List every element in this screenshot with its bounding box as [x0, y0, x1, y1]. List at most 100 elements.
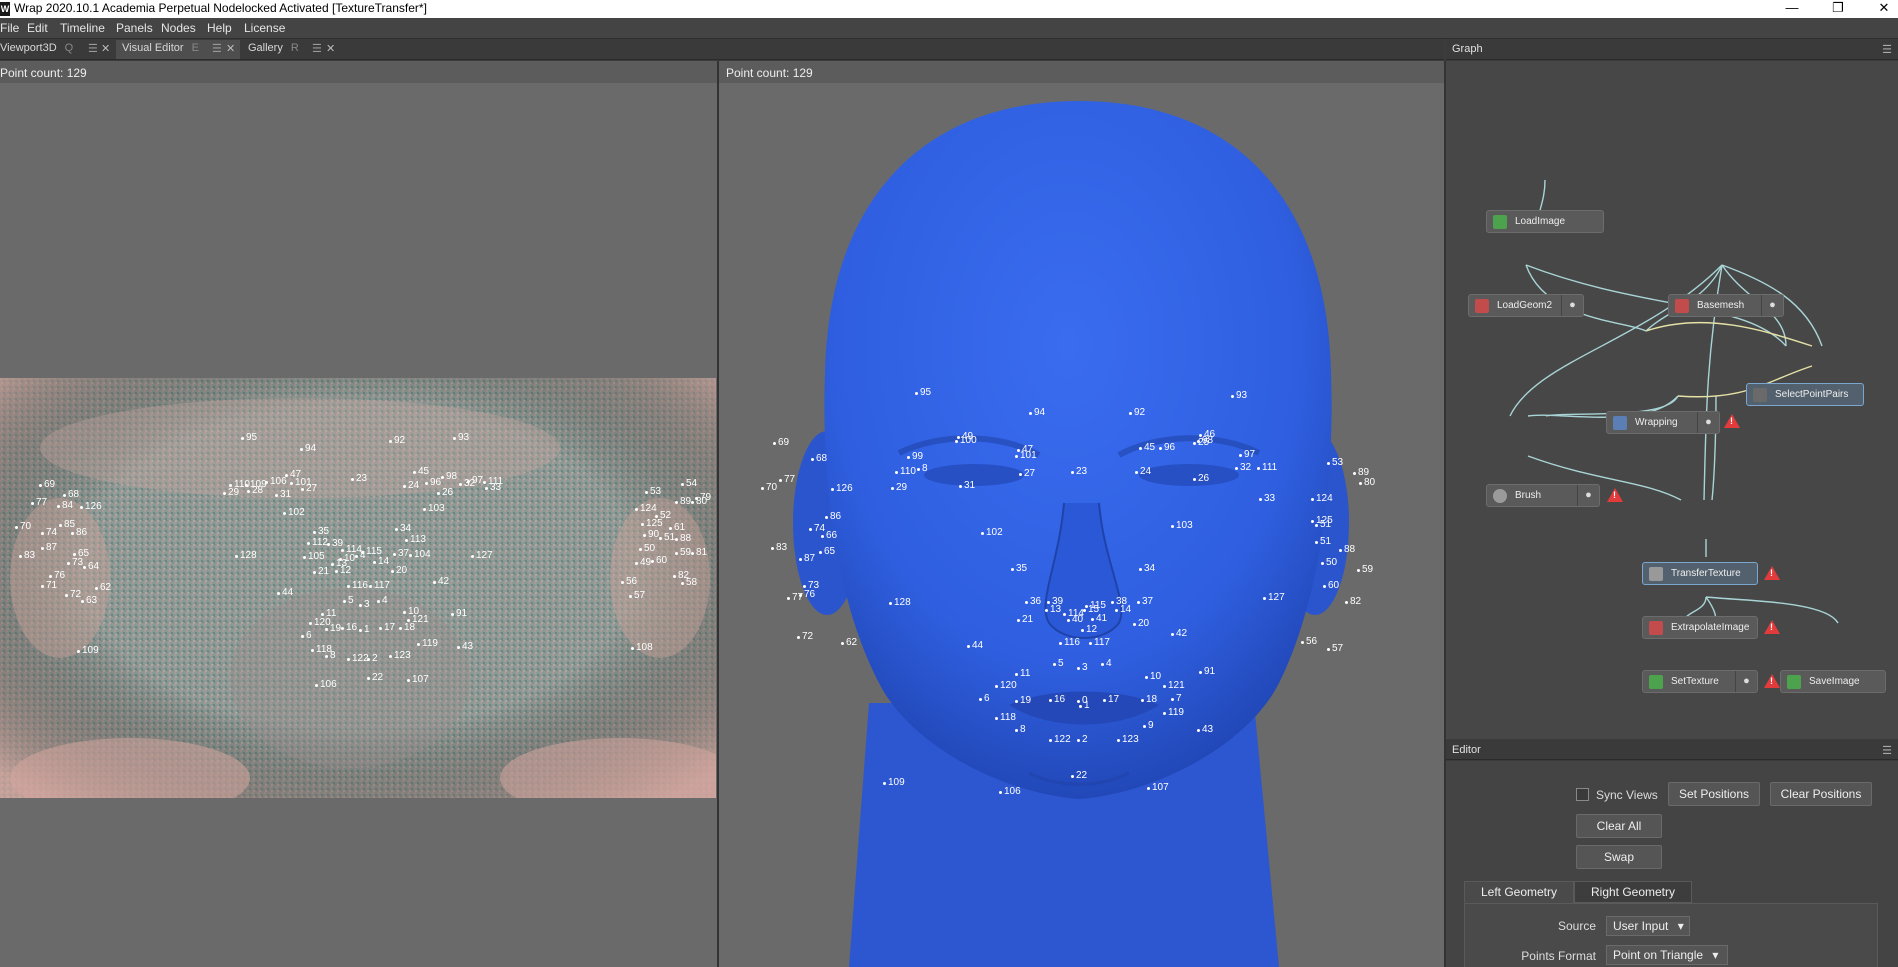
- landmark-point[interactable]: 49: [634, 557, 651, 568]
- landmark-point[interactable]: 32: [1234, 462, 1251, 473]
- landmark-point[interactable]: 80: [1358, 477, 1375, 488]
- landmark-point[interactable]: 59: [1356, 564, 1373, 575]
- landmark-point[interactable]: 128: [889, 597, 911, 608]
- landmark-point[interactable]: 50: [638, 543, 655, 554]
- landmark-point[interactable]: 82: [1344, 596, 1361, 607]
- landmark-point[interactable]: 22: [1070, 770, 1087, 781]
- landmark-point[interactable]: 26: [436, 487, 453, 498]
- landmark-point[interactable]: 70: [14, 521, 31, 532]
- landmark-point[interactable]: 14: [1114, 604, 1131, 615]
- landmark-point[interactable]: 86: [70, 527, 87, 538]
- landmark-point[interactable]: 76: [798, 589, 815, 600]
- landmark-point[interactable]: 103: [423, 503, 445, 514]
- landmark-point[interactable]: 105: [303, 551, 325, 562]
- menu-edit[interactable]: Edit: [27, 21, 48, 35]
- landmark-point[interactable]: 121: [1163, 680, 1185, 691]
- landmark-point[interactable]: 57: [628, 590, 645, 601]
- sync-views-checkbox[interactable]: [1576, 788, 1589, 801]
- landmark-point[interactable]: 56: [1300, 636, 1317, 647]
- landmark-point[interactable]: 126: [831, 483, 853, 494]
- landmark-point[interactable]: 44: [966, 640, 983, 651]
- landmark-point[interactable]: 120: [995, 680, 1017, 691]
- landmark-point[interactable]: 93: [1230, 390, 1247, 401]
- visibility-bulb-icon[interactable]: ●: [1561, 295, 1583, 316]
- landmark-point[interactable]: 109: [883, 777, 905, 788]
- landmark-point[interactable]: 35: [312, 526, 329, 537]
- landmark-point[interactable]: 74: [808, 523, 825, 534]
- landmark-point[interactable]: 117: [369, 580, 390, 591]
- node-brush[interactable]: Brush ●: [1486, 484, 1600, 507]
- landmark-point[interactable]: 1: [1079, 700, 1090, 711]
- landmark-point[interactable]: 124: [635, 503, 657, 514]
- landmark-point[interactable]: 94: [1028, 407, 1045, 418]
- source-select[interactable]: User Input ▾: [1606, 916, 1690, 936]
- close-icon[interactable]: ✕: [226, 42, 235, 55]
- landmark-point[interactable]: 86: [824, 511, 841, 522]
- landmark-point[interactable]: 3: [1077, 662, 1088, 673]
- visibility-bulb-icon[interactable]: ●: [1735, 671, 1757, 692]
- landmark-point[interactable]: 106: [315, 679, 337, 690]
- tab-right-geometry[interactable]: Right Geometry: [1574, 881, 1692, 903]
- points-format-select[interactable]: Point on Triangle ▾: [1606, 945, 1728, 965]
- node-loadimage[interactable]: LoadImage: [1486, 210, 1604, 233]
- landmark-point[interactable]: 31: [274, 489, 291, 500]
- landmark-point[interactable]: 18: [398, 622, 415, 633]
- node-saveimage[interactable]: SaveImage: [1780, 670, 1886, 693]
- tab-viewport3d[interactable]: Viewport3D Q ☰ ✕: [0, 40, 112, 59]
- landmark-point[interactable]: 126: [80, 501, 102, 512]
- landmark-point[interactable]: 117: [1089, 637, 1110, 648]
- landmark-point[interactable]: 69: [772, 437, 789, 448]
- landmark-point[interactable]: 72: [796, 631, 813, 642]
- landmark-point[interactable]: 111: [1256, 462, 1277, 473]
- landmark-point[interactable]: 4: [377, 595, 388, 606]
- landmark-point[interactable]: 23: [1070, 466, 1087, 477]
- landmark-point[interactable]: 28: [246, 485, 263, 496]
- landmark-point[interactable]: 112: [307, 537, 328, 548]
- landmark-point[interactable]: 8: [325, 650, 336, 661]
- landmark-point[interactable]: 113: [405, 534, 426, 545]
- menu-nodes[interactable]: Nodes: [161, 21, 196, 35]
- swap-button[interactable]: Swap: [1576, 845, 1662, 869]
- landmark-point[interactable]: 53: [644, 486, 661, 497]
- landmark-point[interactable]: 92: [388, 435, 405, 446]
- landmark-point[interactable]: 102: [981, 527, 1003, 538]
- landmark-point[interactable]: 34: [1138, 563, 1155, 574]
- landmark-point[interactable]: 107: [1147, 782, 1169, 793]
- landmark-point[interactable]: 96: [424, 477, 441, 488]
- landmark-point[interactable]: 8: [1015, 724, 1026, 735]
- landmark-point[interactable]: 19: [324, 623, 341, 634]
- landmark-point[interactable]: 73: [66, 557, 83, 568]
- landmark-point[interactable]: 41: [1090, 613, 1107, 624]
- landmark-point[interactable]: 69: [38, 479, 55, 490]
- landmark-point[interactable]: 22: [366, 672, 383, 683]
- landmark-point[interactable]: 19: [1014, 695, 1031, 706]
- landmark-point[interactable]: 14: [372, 556, 389, 567]
- node-loadgeom2[interactable]: LoadGeom2 ●: [1468, 294, 1584, 317]
- landmark-point[interactable]: 17: [378, 622, 395, 633]
- close-window-button[interactable]: ✕: [1870, 0, 1898, 18]
- editor-menu-icon[interactable]: ☰: [1882, 744, 1892, 757]
- landmark-point[interactable]: 88: [674, 533, 691, 544]
- tab-visual-editor[interactable]: Visual Editor E ☰ ✕: [116, 40, 240, 59]
- landmark-point[interactable]: 102: [283, 507, 305, 518]
- landmark-point[interactable]: 65: [818, 546, 835, 557]
- landmark-point[interactable]: 2: [367, 653, 378, 664]
- landmark-point[interactable]: 60: [650, 555, 667, 566]
- landmark-point[interactable]: 37: [1136, 596, 1153, 607]
- clear-all-button[interactable]: Clear All: [1576, 814, 1662, 838]
- landmark-point[interactable]: 106: [999, 786, 1021, 797]
- landmark-point[interactable]: 95: [240, 432, 257, 443]
- landmark-point[interactable]: 62: [840, 637, 857, 648]
- landmark-point[interactable]: 101: [1015, 450, 1037, 461]
- landmark-point[interactable]: 4: [355, 550, 366, 561]
- landmark-point[interactable]: 85: [58, 519, 75, 530]
- landmark-point[interactable]: 124: [1311, 493, 1333, 504]
- landmark-point[interactable]: 127: [471, 550, 493, 561]
- landmark-point[interactable]: 35: [1010, 563, 1027, 574]
- landmark-point[interactable]: 89: [674, 496, 691, 507]
- landmark-point[interactable]: 77: [778, 474, 795, 485]
- landmark-point[interactable]: 93: [452, 432, 469, 443]
- landmark-point[interactable]: 125: [641, 518, 663, 529]
- landmark-point[interactable]: 24: [1134, 466, 1151, 477]
- landmark-point[interactable]: 54: [680, 478, 697, 489]
